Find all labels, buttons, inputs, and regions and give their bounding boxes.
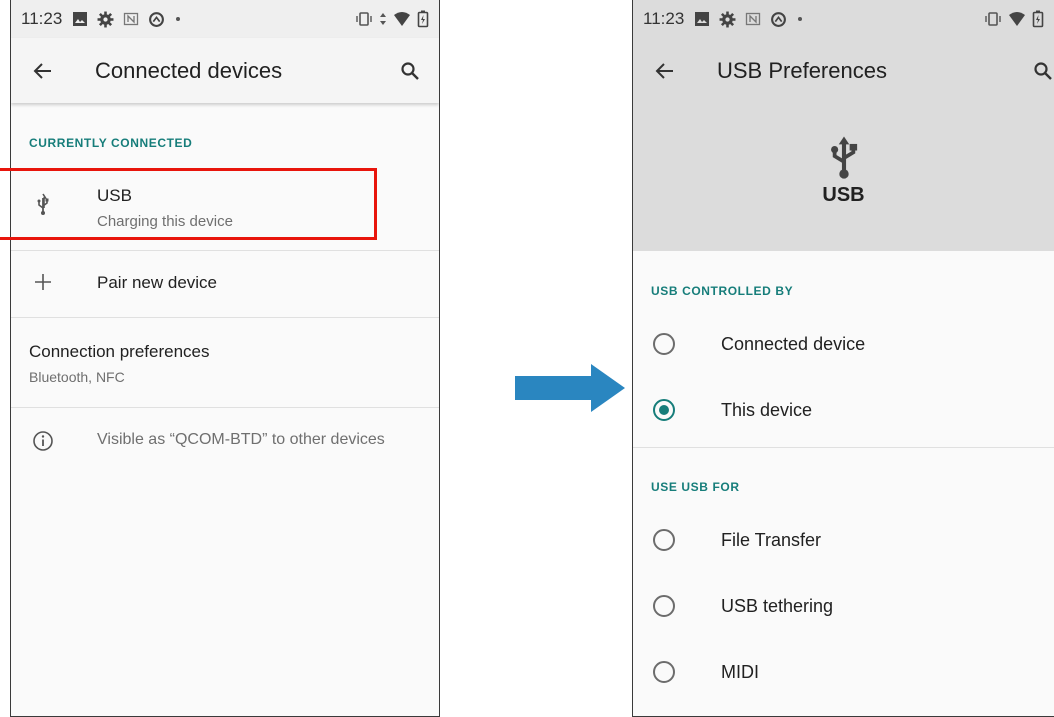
data-saver-icon bbox=[771, 11, 787, 27]
conn-pref-subtitle: Bluetooth, NFC bbox=[29, 369, 125, 385]
section-usb-controlled-by: USB CONTROLLED BY bbox=[633, 251, 1054, 307]
back-button[interactable] bbox=[633, 38, 697, 103]
dot-icon bbox=[798, 17, 803, 21]
data-arrows-icon bbox=[380, 13, 386, 25]
battery-icon bbox=[1032, 10, 1044, 28]
usb-header: USB bbox=[633, 103, 1054, 251]
image-icon bbox=[73, 12, 88, 26]
right-arrow-icon bbox=[515, 364, 625, 412]
pair-label: Pair new device bbox=[97, 273, 218, 292]
gear-icon bbox=[97, 11, 114, 27]
usb-icon bbox=[831, 136, 858, 179]
back-arrow-icon bbox=[33, 62, 51, 79]
nfc-icon bbox=[746, 12, 761, 26]
back-arrow-icon bbox=[655, 62, 673, 79]
search-icon bbox=[1034, 62, 1052, 80]
gear-icon bbox=[719, 11, 736, 27]
page-title: USB Preferences bbox=[717, 57, 887, 83]
status-time: 11:23 bbox=[21, 9, 63, 28]
battery-icon bbox=[417, 10, 429, 28]
radio-this-device[interactable] bbox=[653, 399, 675, 421]
section-header: USE USB FOR bbox=[651, 480, 740, 494]
search-button[interactable] bbox=[1028, 56, 1054, 86]
radio-midi[interactable] bbox=[653, 661, 675, 683]
option-label: This device bbox=[721, 400, 813, 420]
connection-preferences-item[interactable]: Connection preferences Bluetooth, NFC bbox=[11, 318, 439, 407]
data-saver-icon bbox=[149, 11, 165, 27]
vibrate-icon bbox=[356, 12, 372, 26]
status-bar: 11:23 bbox=[11, 0, 439, 38]
page-title: Connected devices bbox=[95, 57, 283, 83]
option-label: Connected device bbox=[721, 334, 866, 354]
info-icon bbox=[33, 431, 53, 451]
search-button[interactable] bbox=[395, 56, 425, 86]
usb-header-label: USB bbox=[822, 184, 865, 206]
visible-as-info: Visible as “QCOM-BTD” to other devices bbox=[11, 408, 439, 474]
info-icon-wrap bbox=[23, 430, 63, 452]
image-icon bbox=[695, 12, 710, 26]
option-midi[interactable]: MIDI bbox=[633, 636, 1054, 702]
section-header: CURRENTLY CONNECTED bbox=[29, 136, 193, 150]
radio-file-transfer[interactable] bbox=[653, 529, 675, 551]
section-currently-connected: CURRENTLY CONNECTED bbox=[11, 103, 439, 168]
visible-text: Visible as “QCOM-BTD” to other devices bbox=[97, 431, 385, 448]
conn-pref-title: Connection preferences bbox=[29, 342, 210, 361]
option-label: MIDI bbox=[721, 662, 759, 682]
radio-usb-tethering[interactable] bbox=[653, 595, 675, 617]
wifi-icon bbox=[1009, 12, 1025, 26]
option-file-transfer[interactable]: File Transfer bbox=[633, 504, 1054, 570]
option-connected-device[interactable]: Connected device bbox=[633, 307, 1054, 373]
vibrate-icon bbox=[985, 12, 1001, 26]
search-icon bbox=[401, 62, 419, 80]
pair-new-device-item[interactable]: Pair new device bbox=[11, 251, 439, 317]
usb-highlight-box bbox=[0, 168, 377, 240]
radio-connected-device[interactable] bbox=[653, 333, 675, 355]
connected-devices-screen: 11:23 Connected devices CURRENTLY CONNEC… bbox=[10, 0, 440, 717]
plus-icon bbox=[35, 274, 51, 290]
section-use-usb-for: USE USB FOR bbox=[633, 448, 1054, 504]
dot-icon bbox=[176, 17, 181, 21]
option-label: USB tethering bbox=[721, 596, 834, 616]
option-label: File Transfer bbox=[721, 530, 822, 550]
toolbar: Connected devices bbox=[11, 38, 439, 103]
option-usb-tethering[interactable]: USB tethering bbox=[633, 570, 1054, 636]
option-this-device[interactable]: This device bbox=[633, 373, 1054, 439]
status-bar: 11:23 bbox=[633, 0, 1054, 38]
back-button[interactable] bbox=[11, 38, 75, 103]
nfc-icon bbox=[124, 12, 139, 26]
status-time: 11:23 bbox=[643, 9, 685, 28]
usb-preferences-screen: 11:23 USB Preferences USB USB CONTROLLED… bbox=[632, 0, 1054, 717]
plus-icon-wrap bbox=[23, 272, 63, 292]
toolbar: USB Preferences bbox=[633, 38, 1054, 103]
wifi-icon bbox=[394, 12, 410, 26]
section-header: USB CONTROLLED BY bbox=[651, 284, 794, 298]
